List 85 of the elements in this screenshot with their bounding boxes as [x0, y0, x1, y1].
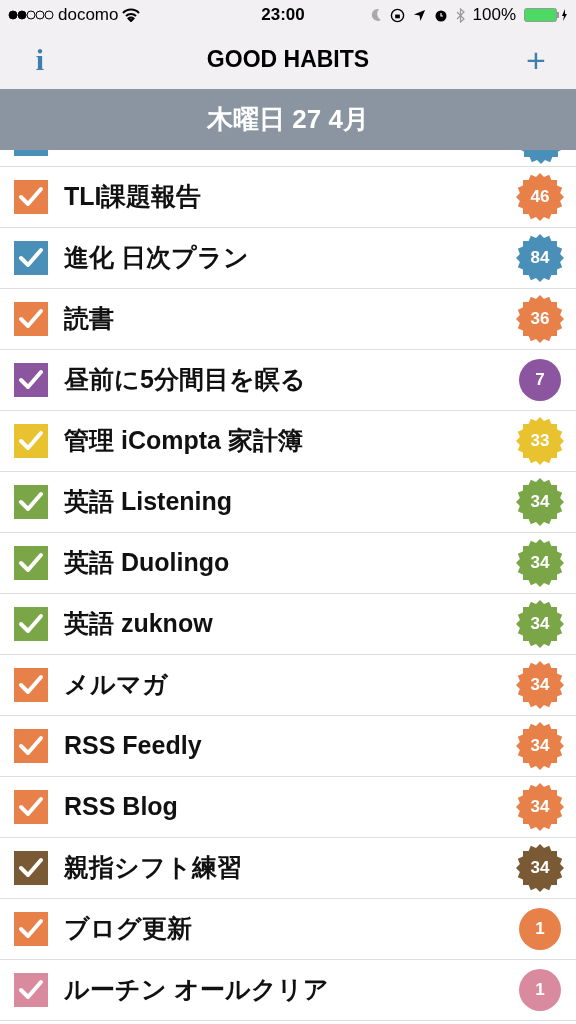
moon-icon — [369, 8, 382, 22]
habit-row[interactable]: 昼前に5分間目を瞑る 7 — [0, 350, 576, 411]
add-button[interactable]: + — [524, 42, 548, 77]
habit-row[interactable]: 英語 zuknow 34 — [0, 594, 576, 655]
check-icon — [18, 247, 44, 269]
habit-row[interactable]: 英語 Listening 34 — [0, 472, 576, 533]
habit-label: TLI課題報告 — [64, 181, 203, 213]
check-icon — [18, 369, 44, 391]
rotation-lock-icon — [389, 7, 405, 23]
habit-label: 管理 iCompta 家計簿 — [64, 425, 304, 457]
checkbox[interactable] — [14, 607, 48, 641]
streak-count: 7 — [535, 369, 545, 392]
checkbox[interactable] — [14, 851, 48, 885]
habit-label: 英語 zuknow — [64, 608, 214, 640]
streak-count: 34 — [530, 674, 550, 697]
habit-row[interactable]: 英語 Duolingo 34 — [0, 533, 576, 594]
checkbox[interactable] — [14, 424, 48, 458]
check-icon — [18, 674, 44, 696]
check-icon — [18, 918, 44, 940]
streak-count: 34 — [530, 552, 550, 575]
habit-row[interactable]: ブログ更新 1 — [0, 899, 576, 960]
habit-row[interactable]: ルーチン オールクリア 1 — [0, 960, 576, 1021]
bluetooth-icon — [455, 7, 465, 23]
clock-time: 23:00 — [261, 4, 305, 27]
streak-count: 34 — [530, 857, 550, 880]
check-icon — [18, 491, 44, 513]
streak-count: 34 — [530, 796, 550, 819]
battery-charging-icon — [524, 8, 568, 22]
habit-label: 親指シフト練習 — [64, 852, 243, 884]
habit-row[interactable]: 管理 iCompta 家計簿 33 — [0, 411, 576, 472]
streak-count: 1 — [535, 979, 545, 1002]
checkbox[interactable] — [14, 363, 48, 397]
habit-label: メルマガ — [64, 669, 169, 701]
check-icon — [18, 552, 44, 574]
checkbox[interactable] — [14, 790, 48, 824]
info-button[interactable]: i — [28, 37, 52, 82]
streak-count: 34 — [530, 613, 550, 636]
streak-count: 36 — [530, 308, 550, 331]
habit-label: 英語 Listening — [64, 486, 234, 518]
check-icon — [18, 857, 44, 879]
streak-count: 46 — [530, 186, 550, 209]
habit-row[interactable]: メルマガ 34 — [0, 655, 576, 716]
streak-count: 34 — [530, 735, 550, 758]
checkbox[interactable] — [14, 973, 48, 1007]
habit-label: ルーチン オールクリア — [64, 974, 330, 1006]
streak-count: 34 — [530, 491, 550, 514]
habit-label: ブログ更新 — [64, 913, 193, 945]
checkbox[interactable] — [14, 302, 48, 336]
wifi-icon — [122, 8, 141, 22]
checkbox[interactable] — [14, 485, 48, 519]
alarm-icon — [433, 8, 448, 22]
habit-label: 進化 日次プラン — [64, 242, 250, 274]
check-icon — [18, 979, 44, 1001]
habit-row[interactable]: RSS Blog 34 — [0, 777, 576, 838]
signal-icon — [8, 10, 54, 20]
habit-label: RSS Blog — [64, 791, 179, 823]
checkbox[interactable] — [14, 729, 48, 763]
habit-label: RSS Feedly — [64, 730, 203, 762]
streak-count: 1 — [535, 918, 545, 941]
habit-row[interactable]: TLI課題報告 46 — [0, 167, 576, 228]
checkbox[interactable] — [14, 241, 48, 275]
checkbox[interactable] — [14, 180, 48, 214]
habit-row[interactable]: 読書 36 — [0, 289, 576, 350]
habit-label: 読書 — [64, 303, 115, 335]
check-icon — [18, 796, 44, 818]
carrier-name: docomo — [58, 4, 119, 27]
check-icon — [18, 308, 44, 330]
date-header: 木曜日 27 4月 — [0, 89, 576, 150]
check-icon — [18, 430, 44, 452]
streak-count: 84 — [530, 247, 550, 270]
habit-label: 昼前に5分間目を瞑る — [64, 364, 307, 396]
habit-row[interactable]: 進化 日次プラン 84 — [0, 228, 576, 289]
check-icon — [18, 613, 44, 635]
checkbox[interactable] — [14, 668, 48, 702]
app-title: GOOD HABITS — [205, 45, 371, 75]
habit-row[interactable]: 親指シフト練習 34 — [0, 838, 576, 899]
checkbox[interactable] — [14, 546, 48, 580]
habit-row[interactable]: RSS Feedly 34 — [0, 716, 576, 777]
location-icon — [412, 8, 426, 22]
habit-label: 英語 Duolingo — [64, 547, 231, 579]
battery-percent: 100% — [472, 4, 516, 27]
check-icon — [18, 735, 44, 757]
check-icon — [18, 186, 44, 208]
checkbox[interactable] — [14, 912, 48, 946]
streak-count: 33 — [530, 430, 550, 453]
